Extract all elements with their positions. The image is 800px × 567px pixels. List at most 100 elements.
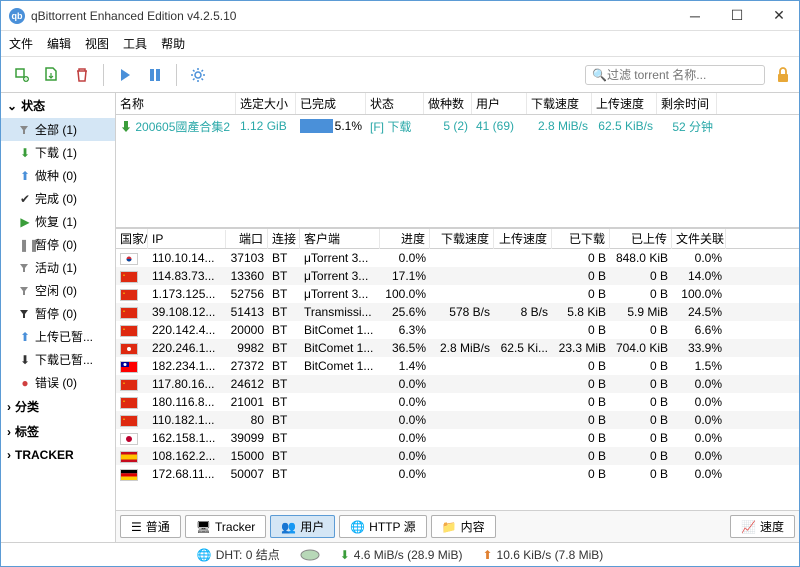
torrent-eta: 52 分钟 bbox=[657, 116, 717, 137]
peer-port: 15000 bbox=[226, 448, 268, 464]
menu-工具[interactable]: 工具 bbox=[123, 35, 147, 52]
maximize-button[interactable]: ☐ bbox=[725, 4, 749, 28]
settings-button[interactable] bbox=[185, 62, 211, 88]
torrent-row[interactable]: ⬇ 200605國產合集21.12 GiB5.1%[F] 下载5 (2)41 (… bbox=[116, 115, 799, 137]
peer-conn: BT bbox=[268, 394, 300, 410]
peer-row[interactable]: 220.246.1...9982BTBitComet 1...36.5%2.8 … bbox=[116, 339, 799, 357]
menu-视图[interactable]: 视图 bbox=[85, 35, 109, 52]
menu-文件[interactable]: 文件 bbox=[9, 35, 33, 52]
peer-conn: BT bbox=[268, 268, 300, 284]
peer-row[interactable]: 182.234.1...27372BTBitComet 1...1.4%0 B0… bbox=[116, 357, 799, 375]
tab-HTTP 源[interactable]: 🌐HTTP 源 bbox=[339, 515, 426, 538]
torrent-col-6[interactable]: 下载速度 bbox=[527, 93, 592, 114]
peer-col-10[interactable]: 文件关联 bbox=[672, 229, 726, 249]
peer-col-9[interactable]: 已上传 bbox=[610, 229, 672, 249]
peer-row[interactable]: 172.68.11...50007BT0.0%0 B0 B0.0% bbox=[116, 465, 799, 483]
peer-rel: 0.0% bbox=[672, 430, 726, 446]
peer-col-1[interactable]: IP bbox=[148, 230, 226, 248]
peer-col-6[interactable]: 下载速度 bbox=[430, 229, 494, 249]
peer-uld: 0 B bbox=[610, 448, 672, 464]
peer-row[interactable]: 180.116.8...21001BT0.0%0 B0 B0.0% bbox=[116, 393, 799, 411]
close-button[interactable]: ✕ bbox=[767, 4, 791, 28]
sidebar-item-1[interactable]: ⬇下载 (1) bbox=[1, 141, 115, 164]
sidebar-item-label: 恢复 (1) bbox=[35, 213, 77, 230]
torrent-blank-area[interactable] bbox=[116, 137, 799, 227]
sidebar-item-11[interactable]: ●错误 (0) bbox=[1, 371, 115, 394]
add-torrent-link-button[interactable] bbox=[9, 62, 35, 88]
peer-progress: 25.6% bbox=[380, 304, 430, 320]
torrent-col-4[interactable]: 做种数 bbox=[424, 93, 472, 114]
sidebar-category_header[interactable]: ›分类 bbox=[1, 394, 115, 419]
peer-row[interactable]: 162.158.1...39099BT0.0%0 B0 B0.0% bbox=[116, 429, 799, 447]
peer-port: 39099 bbox=[226, 430, 268, 446]
sidebar-tracker_header[interactable]: ›TRACKER bbox=[1, 444, 115, 466]
sidebar-item-icon bbox=[19, 125, 31, 135]
sidebar-item-10[interactable]: ⬇下载已暂... bbox=[1, 348, 115, 371]
torrent-col-3[interactable]: 状态 bbox=[366, 93, 424, 114]
sidebar-item-9[interactable]: ⬆上传已暂... bbox=[1, 325, 115, 348]
peer-uld: 0 B bbox=[610, 376, 672, 392]
peer-ip: 110.182.1... bbox=[148, 412, 226, 428]
sidebar-status-header[interactable]: ⌄状态 bbox=[1, 93, 115, 118]
sidebar-item-icon: ● bbox=[19, 376, 31, 390]
tab-label: 速度 bbox=[760, 518, 784, 535]
peer-client: BitComet 1... bbox=[300, 340, 380, 356]
peer-row[interactable]: 114.83.73...13360BTμTorrent 3...17.1%0 B… bbox=[116, 267, 799, 285]
peer-flag bbox=[116, 394, 148, 410]
sidebar-item-5[interactable]: ❚❚暂停 (0) bbox=[1, 233, 115, 256]
sidebar-item-2[interactable]: ⬆做种 (0) bbox=[1, 164, 115, 187]
resume-button[interactable] bbox=[112, 62, 138, 88]
peer-dl bbox=[430, 275, 494, 277]
menu-编辑[interactable]: 编辑 bbox=[47, 35, 71, 52]
peer-progress: 6.3% bbox=[380, 322, 430, 338]
minimize-button[interactable]: ─ bbox=[683, 4, 707, 28]
sidebar-item-0[interactable]: 全部 (1) bbox=[1, 118, 115, 141]
torrent-col-0[interactable]: 名称 bbox=[116, 93, 236, 114]
peer-col-2[interactable]: 端口 bbox=[226, 229, 268, 249]
add-torrent-file-button[interactable] bbox=[39, 62, 65, 88]
menu-帮助[interactable]: 帮助 bbox=[161, 35, 185, 52]
peer-col-5[interactable]: 进度 bbox=[380, 229, 430, 249]
peer-col-0[interactable]: 国家/ bbox=[116, 229, 148, 249]
peer-row[interactable]: 1.173.125...52756BTμTorrent 3...100.0%0 … bbox=[116, 285, 799, 303]
search-input[interactable] bbox=[607, 68, 762, 82]
tab-普通[interactable]: ☰普通 bbox=[120, 515, 181, 538]
tab-用户[interactable]: 👥用户 bbox=[270, 515, 335, 538]
pause-button[interactable] bbox=[142, 62, 168, 88]
torrent-col-5[interactable]: 用户 bbox=[472, 93, 527, 114]
sidebar-item-3[interactable]: ✔完成 (0) bbox=[1, 187, 115, 210]
torrent-col-1[interactable]: 选定大小 bbox=[236, 93, 296, 114]
peer-port: 9982 bbox=[226, 340, 268, 356]
search-box[interactable]: 🔍 bbox=[585, 65, 765, 85]
sidebar-item-label: 暂停 (0) bbox=[35, 236, 77, 253]
torrent-col-7[interactable]: 上传速度 bbox=[592, 93, 657, 114]
peer-ip: 1.173.125... bbox=[148, 286, 226, 302]
delete-button[interactable] bbox=[69, 62, 95, 88]
peer-col-7[interactable]: 上传速度 bbox=[494, 229, 552, 249]
expand-icon: › bbox=[7, 400, 11, 414]
sidebar-item-7[interactable]: 空闲 (0) bbox=[1, 279, 115, 302]
sidebar-item-4[interactable]: ▶恢复 (1) bbox=[1, 210, 115, 233]
sidebar-item-8[interactable]: 暂停 (0) bbox=[1, 302, 115, 325]
tab-速度[interactable]: 📈速度 bbox=[730, 515, 795, 538]
peer-row[interactable]: 39.108.12...51413BTTransmissi...25.6%578… bbox=[116, 303, 799, 321]
peer-port: 80 bbox=[226, 412, 268, 428]
peer-col-8[interactable]: 已下载 bbox=[552, 229, 610, 249]
peer-col-4[interactable]: 客户端 bbox=[300, 229, 380, 249]
peer-col-3[interactable]: 连接 bbox=[268, 229, 300, 249]
peer-row[interactable]: 110.182.1...80BT0.0%0 B0 B0.0% bbox=[116, 411, 799, 429]
sidebar-item-6[interactable]: 活动 (1) bbox=[1, 256, 115, 279]
peer-row[interactable]: 220.142.4...20000BTBitComet 1...6.3%0 B0… bbox=[116, 321, 799, 339]
peer-flag bbox=[116, 322, 148, 338]
peer-row[interactable]: 110.10.14...37103BTμTorrent 3...0.0%0 B8… bbox=[116, 249, 799, 267]
tab-Tracker[interactable]: 🖥Tracker bbox=[185, 515, 266, 538]
peer-row[interactable]: 117.80.16...24612BT0.0%0 B0 B0.0% bbox=[116, 375, 799, 393]
peer-dl: 2.8 MiB/s bbox=[430, 340, 494, 356]
sidebar-item-label: 暂停 (0) bbox=[35, 305, 77, 322]
tab-内容[interactable]: 📁内容 bbox=[431, 515, 496, 538]
sidebar-tag_header[interactable]: ›标签 bbox=[1, 419, 115, 444]
torrent-col-2[interactable]: 已完成 bbox=[296, 93, 366, 114]
torrent-col-8[interactable]: 剩余时间 bbox=[657, 93, 717, 114]
lock-icon[interactable] bbox=[775, 67, 791, 83]
peer-row[interactable]: 108.162.2...15000BT0.0%0 B0 B0.0% bbox=[116, 447, 799, 465]
